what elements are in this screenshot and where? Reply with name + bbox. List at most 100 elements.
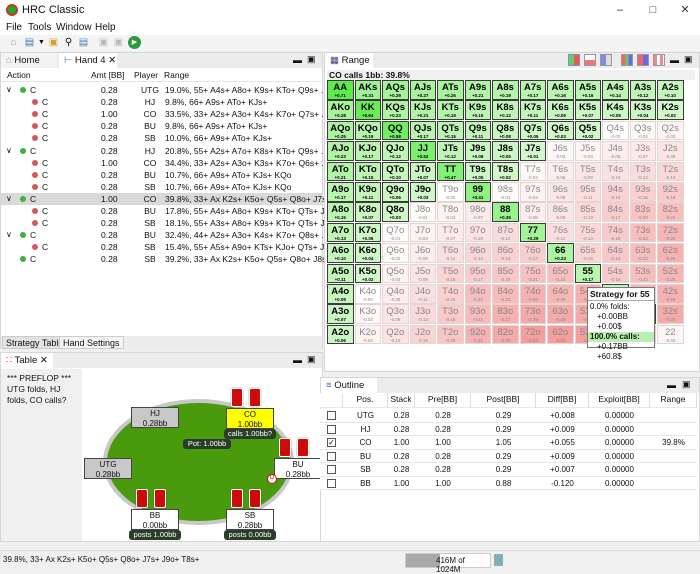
range-cell-T2o[interactable]: T2o -0.20 — [437, 324, 464, 345]
range-cell-ATs[interactable]: ATs +0.26 — [437, 80, 464, 100]
range-cell-K4o[interactable]: K4o -0.00 — [354, 284, 381, 304]
range-cell-JJ[interactable]: JJ +0.52 — [409, 141, 436, 161]
expand-chevron-icon[interactable]: ∨ — [6, 84, 12, 96]
range-cell-T4o[interactable]: T4o -0.16 — [437, 284, 464, 304]
range-cell-83s[interactable]: 83s -0.20 — [629, 202, 656, 222]
range-cell-Q3o[interactable]: Q3o -0.08 — [382, 304, 409, 324]
range-cell-AQs[interactable]: AQs +0.29 — [382, 80, 409, 100]
range-cell-99[interactable]: 99 +0.41 — [464, 182, 491, 202]
expand-chevron-icon[interactable]: ∨ — [6, 193, 12, 205]
range-cell-KQo[interactable]: KQo +0.19 — [354, 120, 381, 141]
seat-bb[interactable]: BB 0.00bb — [131, 509, 179, 530]
tree-row[interactable]: C 0.28 SB 39.2%, 33+ Ax K2s+ K5o+ Q5s+ Q8o+… — [1, 253, 333, 265]
range-cell-76s[interactable]: 76s -0.11 — [547, 222, 574, 243]
minimize-button[interactable]: – — [605, 2, 635, 18]
save-all-icon[interactable]: ▣ — [112, 36, 125, 49]
menu-tools[interactable]: Tools — [28, 22, 51, 33]
close-tab-icon[interactable]: ✕ — [108, 55, 116, 66]
range-cell-T8s[interactable]: T8s +0.02 — [492, 161, 519, 182]
tab-hand-4[interactable]: ⊢ Hand 4 ✕ — [59, 53, 117, 68]
seat-utg[interactable]: UTG 0.28bb — [84, 458, 132, 479]
range-cell-85s[interactable]: 85s -0.13 — [574, 202, 601, 222]
seat-bu[interactable]: BU 0.28bb — [274, 458, 322, 479]
range-cell-Q7s[interactable]: Q7s +0.05 — [519, 120, 546, 141]
range-cell-Q9s[interactable]: Q9s +0.11 — [464, 120, 491, 141]
range-cell-J4s[interactable]: J4s -0.06 — [602, 141, 629, 161]
tab-range[interactable]: ▦ Range — [325, 53, 373, 68]
range-cell-T8o[interactable]: T8o -0.04 — [437, 202, 464, 222]
col-amt[interactable]: Amt [BB] — [91, 69, 125, 82]
range-cell-93o[interactable]: 93o -0.23 — [464, 304, 491, 324]
range-cell-K9s[interactable]: K9s +0.15 — [464, 100, 491, 120]
range-cell-98s[interactable]: 98s -0.01 — [492, 182, 519, 202]
range-cell-63s[interactable]: 63s -0.22 — [629, 243, 656, 263]
range-cell-98o[interactable]: 98o -0.07 — [464, 202, 491, 222]
range-cell-T3o[interactable]: T3o -0.18 — [437, 304, 464, 324]
range-cell-A7s[interactable]: A7s +0.17 — [519, 80, 546, 100]
tab-strategy-table[interactable]: Strategy Table — [2, 336, 68, 349]
range-cell-66[interactable]: 66 +0.23 — [547, 243, 574, 263]
maximize-button[interactable]: □ — [638, 2, 668, 18]
minimize-panel-icon[interactable]: ▬ — [293, 55, 302, 65]
range-cell-A9s[interactable]: A9s +0.21 — [464, 80, 491, 100]
col-action[interactable]: Action — [7, 69, 31, 82]
range-cell-Q4s[interactable]: Q4s -0.00 — [602, 120, 629, 141]
range-cell-92o[interactable]: 92o -0.26 — [464, 324, 491, 345]
range-cell-KTs[interactable]: KTs +0.19 — [437, 100, 464, 120]
range-cell-J7o[interactable]: J7o -0.04 — [409, 222, 436, 243]
range-cell-K5s[interactable]: K5s +0.07 — [574, 100, 601, 120]
range-cell-T9o[interactable]: T9o -0.00 — [437, 182, 464, 202]
save-icon[interactable]: ▣ — [97, 36, 110, 49]
view-matrix-icon[interactable] — [653, 54, 665, 66]
range-cell-K9o[interactable]: K9o +0.11 — [354, 182, 381, 202]
range-cell-97o[interactable]: 97o -0.10 — [464, 222, 491, 243]
range-cell-KQs[interactable]: KQs +0.23 — [382, 100, 409, 120]
range-cell-85o[interactable]: 85o -0.19 — [492, 263, 519, 284]
range-cell-Q5s[interactable]: Q5s +0.02 — [574, 120, 601, 141]
range-cell-A6o[interactable]: A6o +0.10 — [327, 243, 354, 263]
range-cell-64o[interactable]: 64o -0.25 — [547, 284, 574, 304]
range-cell-A2o[interactable]: A2o +0.06 — [327, 324, 354, 345]
range-cell-A7o[interactable]: A7o +0.13 — [327, 222, 354, 243]
range-cell-92s[interactable]: 92s -0.18 — [657, 182, 684, 202]
range-cell-95o[interactable]: 95o -0.17 — [464, 263, 491, 284]
range-cell-QTs[interactable]: QTs +0.15 — [437, 120, 464, 141]
range-cell-QTo[interactable]: QTo +0.10 — [382, 161, 409, 182]
tree-row[interactable]: C 0.28 BU 17.8%, 55+ A4s+ A8o+ K9s+ KTo+ QT… — [1, 205, 332, 217]
range-cell-K8s[interactable]: K8s +0.12 — [492, 100, 519, 120]
range-cell-Q2o[interactable]: Q2o -0.10 — [382, 324, 409, 345]
range-cell-52s[interactable]: 52s -0.25 — [657, 263, 684, 284]
range-cell-T5s[interactable]: T5s -0.09 — [574, 161, 601, 182]
range-cell-T5o[interactable]: T5o -0.15 — [437, 263, 464, 284]
range-cell-Q9o[interactable]: Q9o +0.06 — [382, 182, 409, 202]
range-cell-A4s[interactable]: A4s +0.14 — [602, 80, 629, 100]
seat-sb[interactable]: SB 0.28bb — [226, 509, 274, 530]
range-cell-95s[interactable]: 95s -0.11 — [574, 182, 601, 202]
outline-col-header[interactable]: Post[BB] — [471, 393, 536, 408]
tree-row[interactable]: ∨ C 0.28 BU 32.4%, 44+ A2s+ A3o+ K4s+ K7o+ Q… — [1, 229, 329, 241]
range-cell-T3s[interactable]: T3s -0.12 — [629, 161, 656, 182]
range-cell-AJs[interactable]: AJs +0.27 — [409, 80, 436, 100]
view-compare-icon[interactable] — [621, 54, 633, 66]
close-tab-icon[interactable]: ✕ — [40, 355, 48, 366]
range-cell-Q5o[interactable]: Q5o -0.04 — [382, 263, 409, 284]
range-cell-J5o[interactable]: J5o -0.09 — [409, 263, 436, 284]
range-cell-J6o[interactable]: J6o -0.06 — [409, 243, 436, 263]
range-cell-A9o[interactable]: A9o +0.17 — [327, 182, 354, 202]
minimize-panel-icon[interactable]: ▬ — [670, 55, 679, 65]
tree-row[interactable]: C 0.28 SB 15.4%, 55+ A5s+ A9o+ KTs+ KJo+ QT… — [1, 241, 333, 253]
tree-row[interactable]: C 1.00 CO 33.5%, 33+ A2s+ A3o+ K4s+ K7o+ Q7… — [1, 108, 329, 120]
outline-col-header[interactable]: Diff[BB] — [536, 393, 589, 408]
tree-row[interactable]: C 0.28 HJ 9.8%, 66+ A9s+ ATo+ KJs+ — [1, 96, 323, 108]
range-cell-T7o[interactable]: T7o -0.07 — [437, 222, 464, 243]
tree-row[interactable]: C 0.28 SB 18.1%, 55+ A3s+ A8o+ K9s+ KTo+ QT… — [1, 217, 332, 229]
range-cell-76o[interactable]: 76o -0.17 — [519, 243, 546, 263]
range-cell-72o[interactable]: 72o -0.33 — [519, 324, 546, 345]
range-cell-QJo[interactable]: QJo +0.12 — [382, 141, 409, 161]
range-cell-K8o[interactable]: K8o +0.07 — [354, 202, 381, 222]
range-cell-T2s[interactable]: T2s -0.13 — [657, 161, 684, 182]
range-cell-77[interactable]: 77 +0.29 — [519, 222, 546, 243]
range-cell-96o[interactable]: 96o -0.14 — [464, 243, 491, 263]
range-cell-J4o[interactable]: J4o -0.11 — [409, 284, 436, 304]
range-cell-K4s[interactable]: K4s +0.05 — [602, 100, 629, 120]
